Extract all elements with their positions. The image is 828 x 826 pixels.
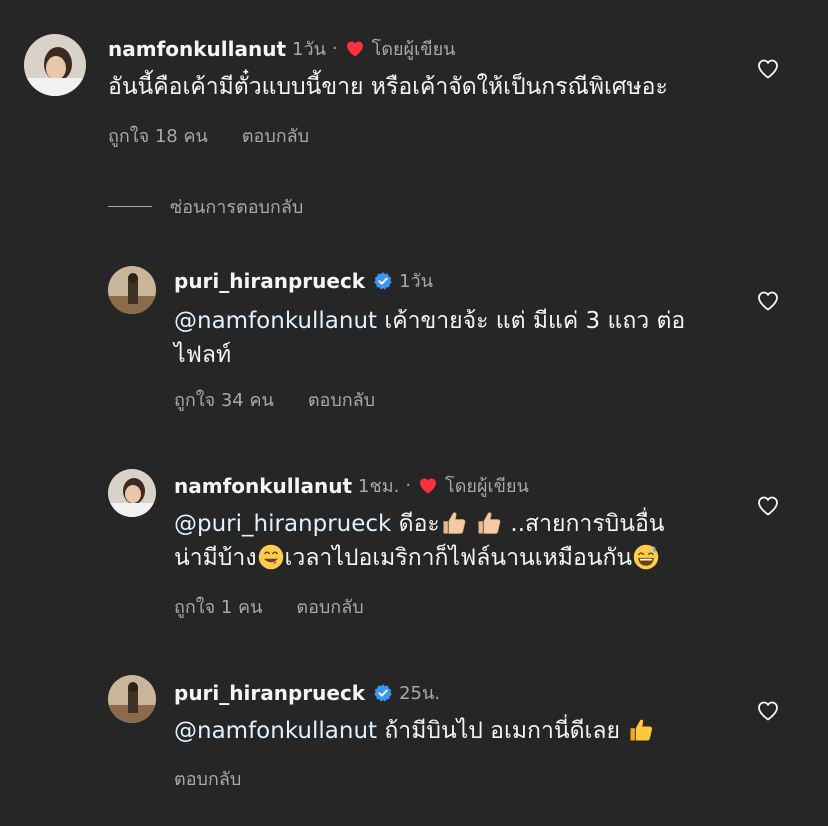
- username[interactable]: puri_hiranprueck: [174, 681, 365, 705]
- avatar[interactable]: [108, 266, 156, 314]
- heart-outline-icon[interactable]: [755, 699, 781, 723]
- comment-meta: puri_hiranprueck 1วัน: [174, 266, 433, 295]
- avatar[interactable]: [108, 675, 156, 723]
- timestamp: 1วัน: [292, 39, 326, 60]
- heart-outline-icon[interactable]: [755, 494, 781, 518]
- username[interactable]: puri_hiranprueck: [174, 269, 365, 293]
- grinning-face-with-sweat-emoji: [632, 543, 660, 571]
- comment-text-part: เค้าขายจ้ะ แต่ มีแค่ 3 แถว ต่อ: [377, 308, 686, 334]
- hide-replies-button[interactable]: ซ่อนการตอบกลับ: [170, 192, 303, 221]
- heart-outline-icon[interactable]: [755, 57, 781, 81]
- heart-filled-icon: [417, 476, 439, 496]
- comment-meta: namfonkullanut 1วัน · โดยผู้เขียน: [108, 34, 455, 63]
- comment-text-part: ดีอะ: [391, 511, 440, 537]
- comment-1: namfonkullanut 1วัน · โดยผู้เขียน อันนี้…: [0, 0, 828, 180]
- mention-link[interactable]: @puri_hiranprueck: [174, 511, 391, 537]
- timestamp: 1วัน: [399, 271, 433, 292]
- mention-link[interactable]: @namfonkullanut: [174, 718, 377, 744]
- comment-text: @namfonkullanut ถ้ามีบินไป อเมกานี่ดีเลย: [174, 714, 734, 748]
- heart-outline-icon[interactable]: [755, 289, 781, 313]
- comment-meta: puri_hiranprueck 25น.: [174, 678, 440, 707]
- likes-count[interactable]: ถูกใจ 34 คน: [174, 385, 274, 414]
- comment-text: @puri_hiranprueck ดีอะ ..สายการบินอื่นน่…: [174, 507, 734, 575]
- comment-text-part: ถ้ามีบินไป อเมกานี่ดีเลย: [377, 718, 628, 744]
- comment-actions: ถูกใจ 34 คน ตอบกลับ: [174, 385, 375, 414]
- reply-button[interactable]: ตอบกลับ: [296, 592, 363, 621]
- likes-count[interactable]: ถูกใจ 18 คน: [108, 121, 208, 150]
- username[interactable]: namfonkullanut: [174, 474, 352, 498]
- reply-1: puri_hiranprueck 1วัน @namfonkullanut เค…: [0, 260, 828, 420]
- face-savoring-food-emoji: [257, 543, 285, 571]
- timestamp: 25น.: [399, 683, 441, 704]
- separator-dot: ·: [405, 475, 412, 496]
- reply-3: puri_hiranprueck 25น. @namfonkullanut ถ้…: [0, 672, 828, 812]
- avatar[interactable]: [108, 469, 156, 517]
- heart-filled-icon: [344, 39, 366, 59]
- comment-actions: ถูกใจ 18 คน ตอบกลับ: [108, 121, 309, 150]
- reply-button[interactable]: ตอบกลับ: [242, 121, 309, 150]
- mention-link[interactable]: @namfonkullanut: [174, 308, 377, 334]
- thumbs-up-emoji: [627, 716, 655, 744]
- divider-line: [108, 206, 152, 207]
- username[interactable]: namfonkullanut: [108, 37, 286, 61]
- comment-text-part: ไฟลท์: [174, 342, 232, 368]
- reply-button[interactable]: ตอบกลับ: [174, 764, 241, 793]
- comment-text: @namfonkullanut เค้าขายจ้ะ แต่ มีแค่ 3 แ…: [174, 304, 734, 372]
- comment-actions: ตอบกลับ: [174, 764, 241, 793]
- comment-text-part: เวลาไปอเมริกาก็ไฟล์นานเหมือนกัน: [284, 545, 633, 571]
- thumbs-up-emoji: [475, 509, 503, 537]
- comment-meta: namfonkullanut 1ชม. · โดยผู้เขียน: [174, 471, 529, 500]
- liked-by-author-label: โดยผู้เขียน: [445, 476, 529, 497]
- comment-text: อันนี้คือเค้ามีตั๋วแบบนี้ขาย หรือเค้าจัด…: [108, 74, 668, 100]
- hide-replies[interactable]: ซ่อนการตอบกลับ: [108, 192, 303, 221]
- thumbs-up-emoji: [440, 509, 468, 537]
- verified-badge-icon: [373, 683, 393, 703]
- comment-text-part: น่ามีบ้าง: [174, 545, 257, 571]
- reply-2: namfonkullanut 1ชม. · โดยผู้เขียน @puri_…: [0, 465, 828, 635]
- separator-dot: ·: [331, 38, 338, 59]
- liked-by-author-label: โดยผู้เขียน: [371, 39, 456, 60]
- comment-actions: ถูกใจ 1 คน ตอบกลับ: [174, 592, 364, 621]
- verified-badge-icon: [373, 271, 393, 291]
- comment-text-part: ..สายการบินอื่น: [510, 511, 665, 537]
- avatar[interactable]: [24, 34, 86, 96]
- likes-count[interactable]: ถูกใจ 1 คน: [174, 592, 262, 621]
- timestamp: 1ชม.: [358, 476, 400, 497]
- reply-button[interactable]: ตอบกลับ: [308, 385, 375, 414]
